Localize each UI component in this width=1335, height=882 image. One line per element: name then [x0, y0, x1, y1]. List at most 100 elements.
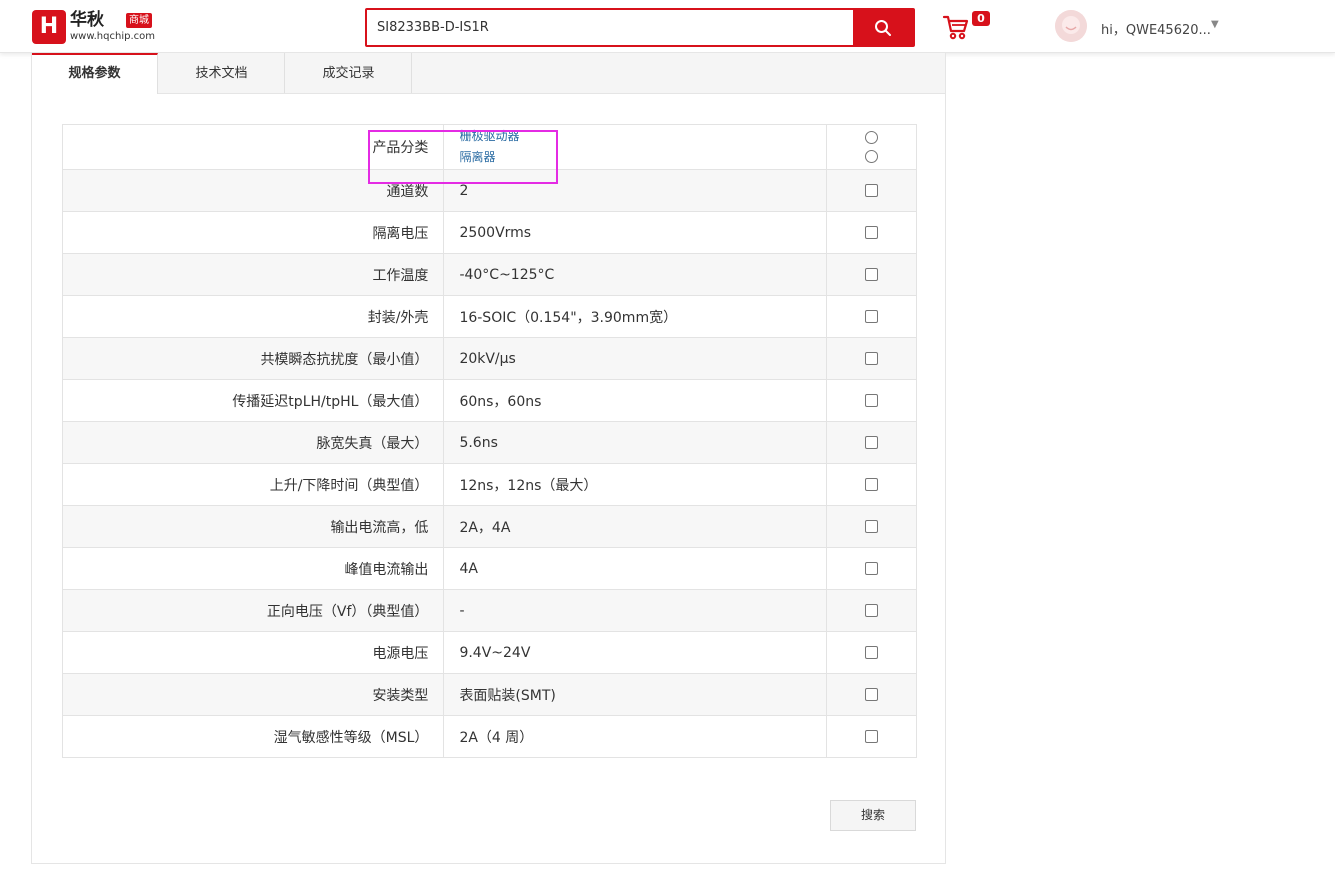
table-row: 湿气敏感性等级（MSL） 2A（4 周）: [61, 715, 918, 758]
avatar: [1055, 10, 1087, 42]
spec-select-cell: [825, 589, 918, 632]
table-row: 传播延迟tpLH/tpHL（最大值） 60ns，60ns: [61, 379, 918, 422]
table-row: 峰值电流输出 4A: [61, 547, 918, 590]
spec-checkbox[interactable]: [864, 604, 878, 617]
spec-key: 隔离电压: [61, 211, 445, 254]
search-icon: [875, 19, 891, 36]
logo-url: www.hqchip.com: [70, 31, 155, 42]
spec-checkbox[interactable]: [864, 688, 878, 701]
spec-value: 12ns，12ns（最大）: [443, 463, 827, 506]
search-button[interactable]: [853, 10, 913, 45]
spec-key: 产品分类: [61, 124, 445, 170]
spec-checkbox[interactable]: [864, 268, 878, 281]
spec-select-cell: [825, 124, 918, 170]
cart-button[interactable]: 0: [942, 11, 992, 42]
spec-value: 2: [443, 169, 827, 212]
spec-checkbox[interactable]: [864, 436, 878, 449]
spec-key: 湿气敏感性等级（MSL）: [61, 715, 445, 758]
spec-checkbox[interactable]: [864, 226, 878, 239]
spec-value: 20kV/µs: [443, 337, 827, 380]
spec-key: 共模瞬态抗扰度（最小值）: [61, 337, 445, 380]
spec-checkbox[interactable]: [864, 520, 878, 533]
spec-select-cell: [825, 673, 918, 716]
spec-value: 9.4V~24V: [443, 631, 827, 674]
spec-checkbox[interactable]: [864, 730, 878, 743]
table-row: 上升/下降时间（典型值） 12ns，12ns（最大）: [61, 463, 918, 506]
tab-docs[interactable]: 技术文档: [159, 53, 285, 93]
site-logo[interactable]: H 华秋 商城 www.hqchip.com: [32, 10, 157, 44]
spec-select-cell: [825, 463, 918, 506]
spec-value: 2500Vrms: [443, 211, 827, 254]
spec-value: 2A，4A: [443, 505, 827, 548]
spec-key: 通道数: [61, 169, 445, 212]
spec-checkbox[interactable]: [864, 394, 878, 407]
spec-select-cell: [825, 421, 918, 464]
spec-value: 栅极驱动器 隔离器: [443, 124, 827, 170]
search-box: [365, 8, 915, 47]
spec-select-cell: [825, 169, 918, 212]
spec-key: 传播延迟tpLH/tpHL（最大值）: [61, 379, 445, 422]
spec-value: 表面贴装(SMT): [443, 673, 827, 716]
spec-checkbox[interactable]: [864, 478, 878, 491]
category-radio[interactable]: [864, 150, 878, 163]
logo-name: 华秋: [70, 10, 104, 30]
spec-select-cell: [825, 337, 918, 380]
category-link[interactable]: 隔离器: [459, 147, 825, 168]
logo-icon: H: [32, 10, 66, 44]
avatar-icon: [1055, 10, 1087, 42]
spec-select-cell: [825, 547, 918, 590]
spec-key: 输出电流高，低: [61, 505, 445, 548]
spec-value: -40°C~125°C: [443, 253, 827, 296]
spec-value: 5.6ns: [443, 421, 827, 464]
top-header: H 华秋 商城 www.hqchip.com 0: [0, 0, 1335, 53]
table-row: 封装/外壳 16-SOIC（0.154"，3.90mm宽）: [61, 295, 918, 338]
cart-count-badge: 0: [972, 11, 990, 26]
spec-value: 4A: [443, 547, 827, 590]
product-detail-panel: 规格参数 技术文档 成交记录 产品分类 栅极驱动器 隔离器 通道数 2 隔离电压 25…: [31, 53, 946, 864]
tab-specs[interactable]: 规格参数: [32, 53, 158, 94]
spec-key: 脉宽失真（最大）: [61, 421, 445, 464]
user-name: hi，QWE45620...: [1101, 23, 1211, 38]
spec-value: 2A（4 周）: [443, 715, 827, 758]
table-row: 电源电压 9.4V~24V: [61, 631, 918, 674]
cart-icon: [942, 15, 969, 40]
spec-value: 16-SOIC（0.154"，3.90mm宽）: [443, 295, 827, 338]
tab-bar: 规格参数 技术文档 成交记录: [32, 53, 945, 94]
spec-checkbox[interactable]: [864, 184, 878, 197]
spec-select-cell: [825, 379, 918, 422]
filter-search-button[interactable]: 搜索: [830, 800, 916, 831]
spec-key: 峰值电流输出: [61, 547, 445, 590]
table-row: 隔离电压 2500Vrms: [61, 211, 918, 254]
chevron-down-icon[interactable]: ▼: [1211, 19, 1219, 30]
category-link[interactable]: 栅极驱动器: [459, 126, 825, 147]
spec-checkbox[interactable]: [864, 562, 878, 575]
tab-transactions[interactable]: 成交记录: [286, 53, 412, 93]
table-row: 产品分类 栅极驱动器 隔离器: [61, 124, 918, 170]
spec-value: -: [443, 589, 827, 632]
table-row: 输出电流高，低 2A，4A: [61, 505, 918, 548]
spec-select-cell: [825, 505, 918, 548]
spec-select-cell: [825, 253, 918, 296]
spec-table: 产品分类 栅极驱动器 隔离器 通道数 2 隔离电压 2500Vrms 工作温度 -40°C…: [61, 124, 918, 758]
category-radio[interactable]: [864, 131, 878, 144]
spec-select-cell: [825, 211, 918, 254]
spec-key: 正向电压（Vf）（典型值）: [61, 589, 445, 632]
spec-checkbox[interactable]: [864, 352, 878, 365]
search-input[interactable]: [377, 10, 847, 45]
spec-key: 工作温度: [61, 253, 445, 296]
logo-badge: 商城: [126, 13, 152, 28]
table-row: 共模瞬态抗扰度（最小值） 20kV/µs: [61, 337, 918, 380]
spec-key: 安装类型: [61, 673, 445, 716]
spec-select-cell: [825, 295, 918, 338]
table-row: 工作温度 -40°C~125°C: [61, 253, 918, 296]
spec-value: 60ns，60ns: [443, 379, 827, 422]
table-row: 安装类型 表面贴装(SMT): [61, 673, 918, 716]
spec-checkbox[interactable]: [864, 310, 878, 323]
spec-key: 电源电压: [61, 631, 445, 674]
spec-key: 上升/下降时间（典型值）: [61, 463, 445, 506]
spec-select-cell: [825, 631, 918, 674]
spec-key: 封装/外壳: [61, 295, 445, 338]
spec-select-cell: [825, 715, 918, 758]
table-row: 脉宽失真（最大） 5.6ns: [61, 421, 918, 464]
spec-checkbox[interactable]: [864, 646, 878, 659]
